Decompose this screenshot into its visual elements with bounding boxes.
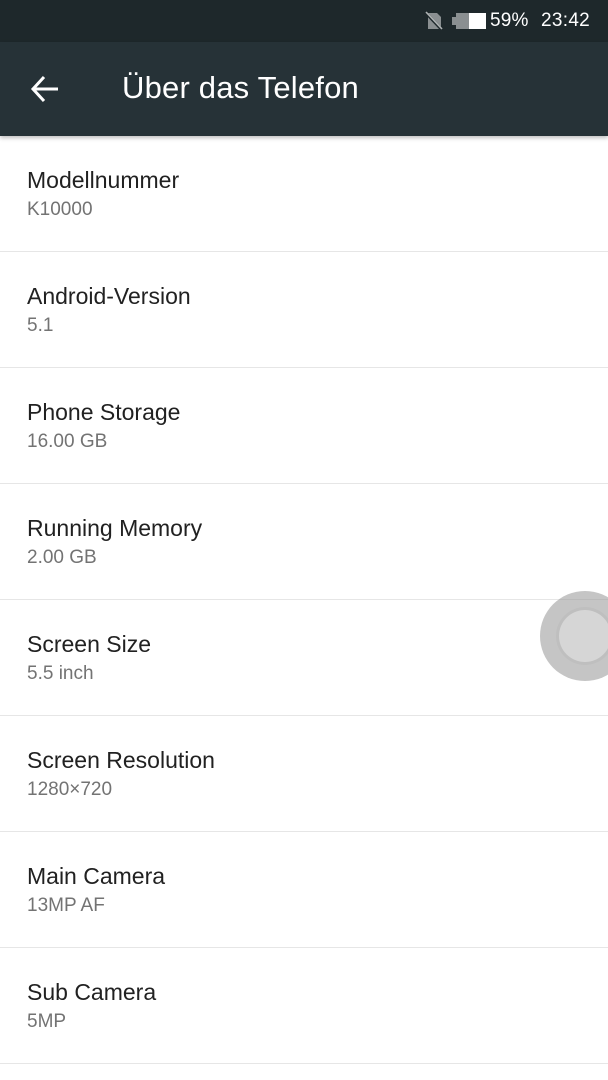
battery-percentage: 59% — [490, 10, 529, 31]
page-title: Über das Telefon — [122, 70, 360, 105]
item-title: Phone Storage — [27, 399, 181, 425]
app-bar: Über das Telefon — [0, 42, 608, 136]
list-item-android-version[interactable]: Android-Version 5.1 — [0, 252, 608, 368]
item-title: Screen Size — [27, 631, 152, 657]
item-value: 2.00 GB — [27, 547, 97, 568]
item-title: Modellnummer — [27, 167, 180, 193]
item-value: 16.00 GB — [27, 431, 108, 452]
list-item-main-camera[interactable]: Main Camera 13MP AF — [0, 832, 608, 948]
no-sim-icon — [424, 11, 444, 32]
item-value: 1280×720 — [27, 779, 113, 800]
item-value: 5MP — [27, 1011, 67, 1032]
item-title: Sub Camera — [27, 979, 157, 1005]
item-title: Running Memory — [27, 515, 203, 541]
list-item-screen-resolution[interactable]: Screen Resolution 1280×720 — [0, 716, 608, 832]
assistive-touch-icon — [556, 607, 608, 665]
item-value: 5.5 inch — [27, 663, 94, 684]
item-title: Main Camera — [27, 863, 166, 889]
status-bar: 59% 23:42 — [0, 0, 608, 42]
item-title: Android-Version — [27, 283, 191, 309]
item-title: Screen Resolution — [27, 747, 215, 773]
status-clock: 23:42 — [541, 10, 591, 31]
list-item-sub-camera[interactable]: Sub Camera 5MP — [0, 948, 608, 1064]
list-item-screen-size[interactable]: Screen Size 5.5 inch — [0, 600, 608, 716]
item-value: 5.1 — [27, 315, 54, 336]
settings-list: Modellnummer K10000 Android-Version 5.1 … — [0, 136, 608, 1064]
list-item-model-number[interactable]: Modellnummer K10000 — [0, 136, 608, 252]
list-item-running-memory[interactable]: Running Memory 2.00 GB — [0, 484, 608, 600]
arrow-left-icon — [30, 75, 58, 103]
back-button[interactable] — [16, 60, 76, 120]
item-value: K10000 — [27, 199, 93, 220]
item-value: 13MP AF — [27, 895, 105, 916]
battery-icon — [452, 13, 486, 29]
list-item-phone-storage[interactable]: Phone Storage 16.00 GB — [0, 368, 608, 484]
